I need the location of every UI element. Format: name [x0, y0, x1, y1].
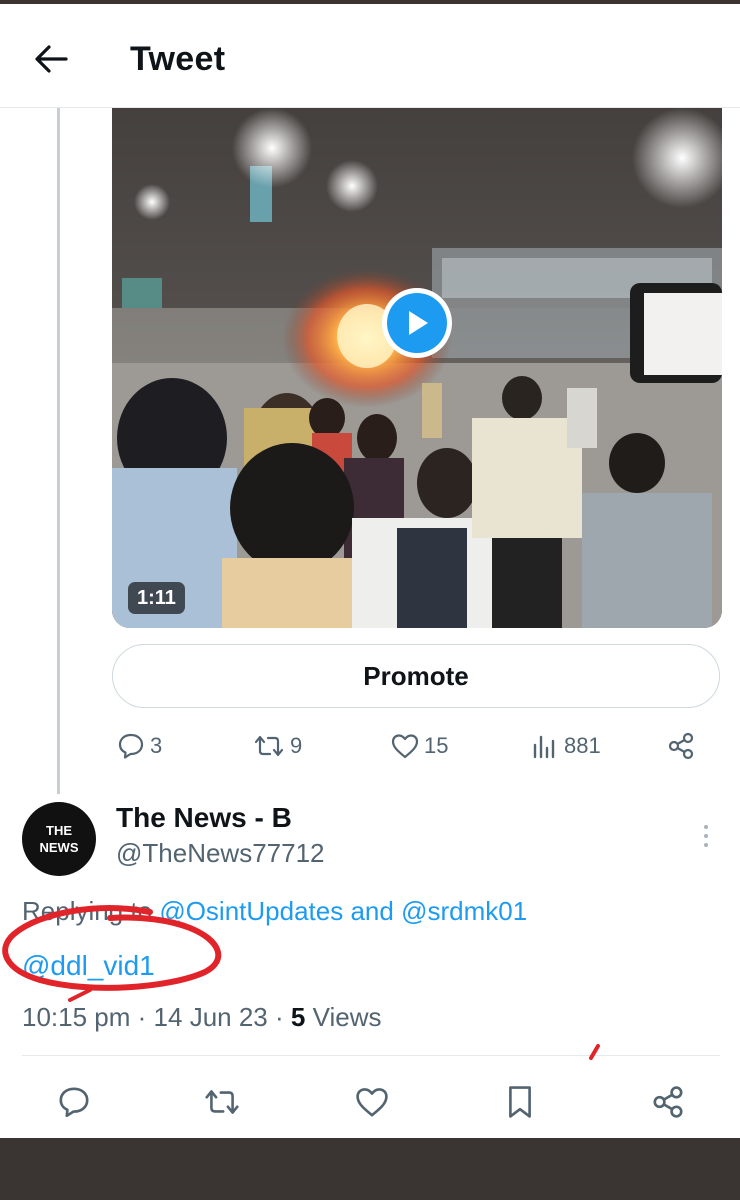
- thread-line: [57, 108, 60, 794]
- avatar[interactable]: THE NEWS: [22, 802, 96, 876]
- page-title: Tweet: [130, 40, 226, 78]
- heart-icon: [391, 734, 419, 759]
- video-frame-image: [112, 108, 722, 628]
- reply-icon: [59, 1087, 89, 1118]
- more-options-button[interactable]: [694, 818, 718, 854]
- reply-button[interactable]: [54, 1082, 94, 1122]
- share-icon: [668, 732, 694, 760]
- share-action[interactable]: [666, 726, 696, 766]
- retweet-action[interactable]: 9: [252, 726, 302, 766]
- video-thumbnail[interactable]: 1:11: [112, 108, 722, 628]
- arrow-left-icon: [35, 45, 68, 73]
- retweet-button[interactable]: [202, 1082, 242, 1122]
- views-count: 881: [564, 733, 601, 758]
- share-button[interactable]: [648, 1082, 688, 1122]
- heart-icon: [356, 1088, 388, 1117]
- back-button[interactable]: [28, 36, 74, 82]
- analytics-icon: [533, 735, 555, 759]
- video-duration-badge: 1:11: [128, 582, 185, 614]
- views-label: Views: [312, 1002, 382, 1032]
- more-dot: [704, 825, 708, 829]
- like-action[interactable]: 15: [390, 726, 448, 766]
- system-nav-bar: [0, 1138, 740, 1200]
- meta-separator: ·: [137, 1002, 147, 1032]
- retweet-count: 9: [290, 733, 303, 758]
- avatar-text-line1: THE: [46, 823, 72, 838]
- mention-link[interactable]: @OsintUpdates: [159, 896, 343, 926]
- share-icon: [653, 1086, 683, 1118]
- mention-link[interactable]: @srdmk01: [401, 896, 527, 926]
- reply-count: 3: [150, 733, 163, 758]
- header: Tweet: [0, 4, 740, 108]
- views-number: 5: [290, 1002, 306, 1032]
- like-button[interactable]: [352, 1082, 392, 1122]
- bookmark-icon: [509, 1086, 531, 1118]
- play-icon: [409, 311, 428, 335]
- author-handle[interactable]: @TheNews77712: [116, 838, 325, 869]
- author-display-name[interactable]: The News - B: [116, 802, 292, 834]
- divider: [22, 1055, 720, 1056]
- mention-line: @ddl_vid1: [22, 950, 155, 982]
- mention-and-text: and: [350, 896, 394, 926]
- replying-to-line: Replying to @OsintUpdates and @srdmk01: [22, 896, 527, 927]
- tweet-meta: 10:15 pm · 14 Jun 23 · 5 Views: [22, 1002, 382, 1033]
- promote-button[interactable]: Promote: [112, 644, 720, 708]
- mention-link-highlighted[interactable]: @ddl_vid1: [22, 950, 155, 981]
- retweet-icon: [205, 1090, 239, 1114]
- reply-icon: [118, 733, 144, 759]
- more-dot: [704, 834, 708, 838]
- views-action[interactable]: 881: [530, 726, 601, 766]
- bottom-action-bar: [0, 1076, 740, 1126]
- tweet-date[interactable]: 14 Jun 23: [154, 1002, 268, 1032]
- replying-to-label: Replying to: [22, 896, 153, 926]
- like-count: 15: [424, 733, 449, 758]
- bookmark-button[interactable]: [500, 1082, 540, 1122]
- retweet-icon: [254, 735, 284, 757]
- reply-action[interactable]: 3: [116, 726, 162, 766]
- play-button[interactable]: [382, 288, 452, 358]
- meta-separator: ·: [275, 1002, 284, 1032]
- more-dot: [704, 843, 708, 847]
- tweet-time[interactable]: 10:15 pm: [22, 1002, 130, 1032]
- tweet-action-bar: 3 9 15 881: [112, 726, 720, 766]
- red-annotation-mark: [589, 1044, 600, 1060]
- avatar-text-line2: NEWS: [39, 840, 79, 855]
